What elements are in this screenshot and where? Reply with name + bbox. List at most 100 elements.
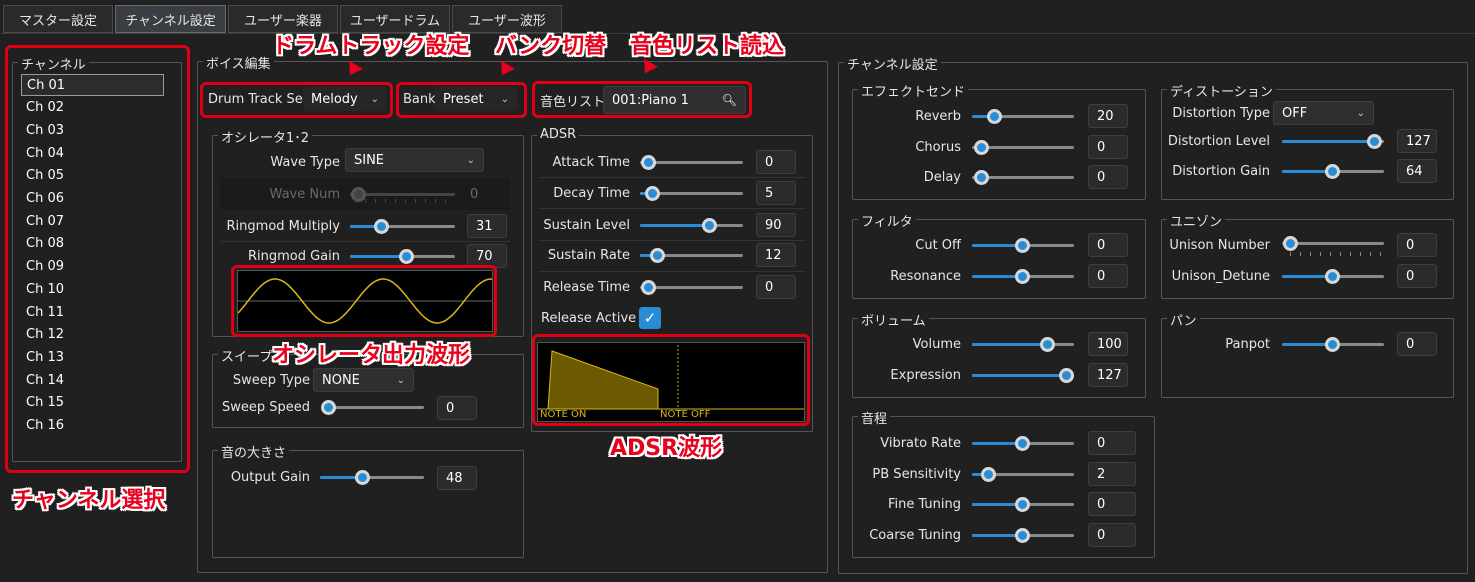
sustain-level-slider[interactable] (640, 218, 743, 233)
volume-title: ボリューム (858, 310, 929, 329)
output-gain-slider[interactable] (320, 470, 424, 485)
panpot-value[interactable]: 0 (1397, 332, 1437, 356)
sustain-rate-value[interactable]: 12 (756, 243, 796, 267)
unison-number-slider[interactable] (1282, 236, 1384, 251)
wave-type-value: SINE (354, 152, 385, 168)
distortion-type-select[interactable]: OFF ⌄ (1273, 101, 1374, 125)
panpot-label: Panpot (1225, 337, 1270, 352)
decay-time-value[interactable]: 5 (756, 181, 796, 205)
coarse-tuning-label: Coarse Tuning (869, 528, 961, 543)
wave-type-label: Wave Type (270, 155, 340, 170)
attack-time-slider[interactable] (640, 155, 743, 170)
channel-settings-title: チャンネル設定 (844, 54, 941, 73)
output-gain-value[interactable]: 48 (437, 466, 477, 490)
separator (538, 177, 806, 178)
cutoff-slider[interactable] (972, 238, 1074, 253)
annotation-channel-select: チャンネル選択 (12, 488, 166, 513)
release-time-label: Release Time (543, 280, 630, 295)
ringmod-multiply-slider[interactable] (350, 219, 455, 234)
check-icon: ✓ (643, 309, 657, 327)
panpot-slider[interactable] (1282, 337, 1384, 352)
attack-time-value[interactable]: 0 (756, 150, 796, 174)
filter-title: フィルタ (858, 211, 916, 230)
annotation-box-tone (532, 81, 752, 118)
separator (538, 240, 806, 241)
unison-detune-slider[interactable] (1282, 269, 1384, 284)
ringmod-multiply-label: Ringmod Multiply (226, 219, 340, 234)
separator (538, 271, 806, 272)
fine-tuning-value[interactable]: 0 (1088, 492, 1136, 516)
distortion-title: ディストーション (1167, 81, 1276, 100)
decay-time-slider[interactable] (640, 186, 743, 201)
ringmod-gain-label: Ringmod Gain (247, 249, 340, 264)
chevron-down-icon: ⌄ (1356, 107, 1365, 119)
distortion-gain-slider[interactable] (1282, 164, 1384, 179)
delay-value[interactable]: 0 (1088, 165, 1128, 189)
unison-number-value[interactable]: 0 (1397, 233, 1437, 257)
release-time-slider[interactable] (640, 280, 743, 295)
sweep-speed-label: Sweep Speed (221, 400, 310, 415)
pb-sensitivity-slider[interactable] (972, 467, 1074, 482)
decay-time-label: Decay Time (553, 186, 630, 201)
distortion-level-value[interactable]: 127 (1397, 129, 1437, 153)
resonance-label: Resonance (890, 269, 961, 284)
sustain-level-value[interactable]: 90 (756, 213, 796, 237)
volume-slider[interactable] (972, 337, 1074, 352)
unison-title: ユニゾン (1167, 211, 1226, 230)
vibrato-rate-slider[interactable] (972, 436, 1074, 451)
sweep-type-select[interactable]: NONE ⌄ (313, 368, 414, 392)
ringmod-multiply-value[interactable]: 31 (467, 214, 507, 238)
pan-title: パン (1167, 310, 1200, 329)
fine-tuning-label: Fine Tuning (887, 497, 961, 512)
release-time-value[interactable]: 0 (756, 275, 796, 299)
pan-group (1161, 318, 1454, 398)
wave-num-label: Wave Num (269, 187, 340, 202)
pb-sensitivity-value[interactable]: 2 (1088, 462, 1136, 486)
resonance-value[interactable]: 0 (1088, 264, 1128, 288)
pitch-title: 音程 (858, 408, 891, 427)
attack-time-label: Attack Time (552, 155, 630, 170)
vibrato-rate-label: Vibrato Rate (880, 436, 961, 451)
unison-detune-value[interactable]: 0 (1397, 264, 1437, 288)
cutoff-label: Cut Off (915, 238, 961, 253)
ringmod-gain-slider[interactable] (350, 249, 455, 264)
sweep-speed-slider[interactable] (321, 400, 424, 415)
delay-label: Delay (923, 170, 961, 185)
annotation-adsr-wave: ADSR波形 (610, 436, 723, 461)
expression-value[interactable]: 127 (1088, 363, 1128, 387)
oscillator-title: オシレータ1･2 (218, 127, 313, 146)
volume-value[interactable]: 100 (1088, 332, 1128, 356)
chorus-value[interactable]: 0 (1088, 135, 1128, 159)
resonance-slider[interactable] (972, 269, 1074, 284)
tab-channel-settings[interactable]: チャンネル設定 (115, 5, 226, 33)
unison-number-ticks (1290, 252, 1384, 256)
distortion-gain-value[interactable]: 64 (1397, 159, 1437, 183)
sweep-type-label: Sweep Type (232, 373, 310, 388)
wave-type-select[interactable]: SINE ⌄ (345, 148, 484, 172)
effect-send-title: エフェクトセンド (858, 81, 969, 100)
separator (220, 241, 510, 242)
expression-slider[interactable] (972, 368, 1074, 383)
sustain-level-label: Sustain Level (543, 218, 630, 233)
tab-master-settings[interactable]: マスター設定 (3, 5, 113, 33)
vibrato-rate-value[interactable]: 0 (1088, 431, 1136, 455)
wave-num-ticks (355, 199, 455, 203)
release-active-label: Release Active (541, 311, 637, 326)
delay-slider[interactable] (972, 170, 1074, 185)
wave-num-value: 0 (470, 187, 479, 202)
distortion-level-slider[interactable] (1282, 134, 1384, 149)
release-active-checkbox[interactable]: ✓ (639, 307, 661, 329)
sweep-speed-value[interactable]: 0 (437, 396, 477, 420)
fine-tuning-slider[interactable] (972, 497, 1074, 512)
coarse-tuning-slider[interactable] (972, 528, 1074, 543)
chorus-label: Chorus (915, 140, 961, 155)
voice-edit-title: ボイス編集 (203, 53, 274, 72)
reverb-value[interactable]: 20 (1088, 104, 1128, 128)
chorus-slider[interactable] (972, 140, 1074, 155)
reverb-slider[interactable] (972, 109, 1074, 124)
volume-label: Volume (912, 337, 961, 352)
wave-num-slider (350, 187, 455, 202)
sustain-rate-slider[interactable] (640, 248, 743, 263)
cutoff-value[interactable]: 0 (1088, 233, 1128, 257)
coarse-tuning-value[interactable]: 0 (1088, 523, 1136, 547)
